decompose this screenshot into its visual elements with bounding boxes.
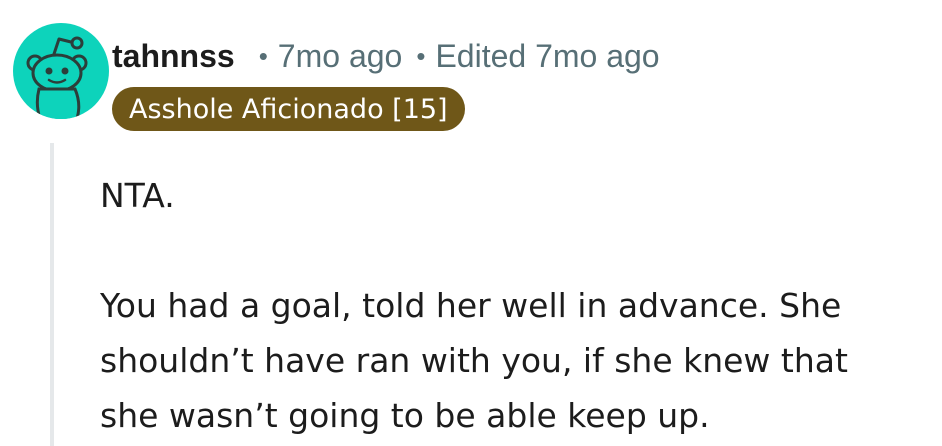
comment-line: shouldn’t have ran with you, if she knew… bbox=[100, 341, 848, 380]
edited-label: Edited 7mo ago bbox=[435, 37, 660, 74]
snoo-avatar-icon bbox=[26, 36, 88, 119]
comment-line: You had a goal, told her well in advance… bbox=[100, 286, 842, 325]
comment-body: NTA. You had a goal, told her well in ad… bbox=[100, 168, 930, 443]
comment-line: she wasn’t going to be able keep up. bbox=[100, 396, 710, 435]
thread-line[interactable] bbox=[50, 143, 54, 446]
timestamp[interactable]: 7mo ago bbox=[278, 38, 403, 75]
user-flair: Asshole Aficionado [15] bbox=[112, 87, 465, 131]
comment-meta: tahnnss • 7mo ago • Edited 7mo ago bbox=[112, 34, 660, 78]
username[interactable]: tahnnss bbox=[112, 38, 235, 75]
comment-paragraph: NTA. bbox=[100, 176, 175, 215]
meta-separator: • bbox=[258, 40, 268, 71]
user-avatar[interactable] bbox=[13, 23, 109, 119]
comment: tahnnss • 7mo ago • Edited 7mo ago Assho… bbox=[0, 0, 942, 446]
meta-separator: • bbox=[416, 40, 426, 71]
